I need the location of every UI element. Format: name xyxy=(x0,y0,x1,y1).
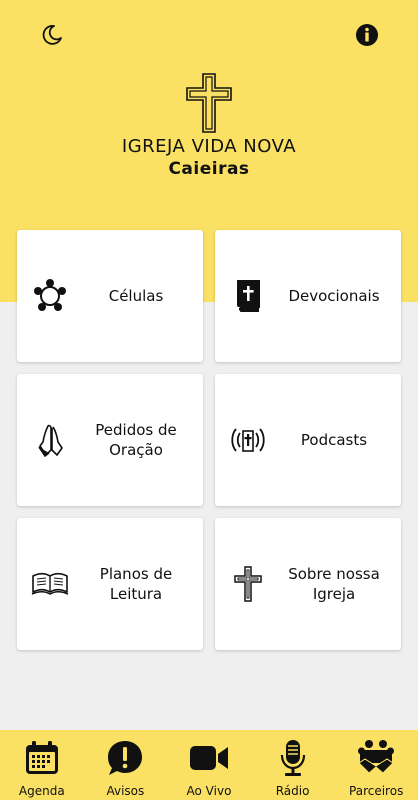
church-name: IGREJA VIDA NOVA xyxy=(121,136,297,157)
moon-icon xyxy=(40,23,64,51)
card-planos-leitura[interactable]: Planos de Leitura xyxy=(17,518,203,650)
cross-logo-icon xyxy=(0,72,418,134)
podcast-icon xyxy=(229,421,267,459)
nav-radio[interactable]: Rádio xyxy=(251,730,335,800)
praying-hands-icon xyxy=(31,421,69,459)
video-icon xyxy=(189,738,229,778)
church-city: Caieiras xyxy=(168,159,250,179)
microphone-icon xyxy=(273,738,313,778)
card-devocionais[interactable]: Devocionais xyxy=(215,230,401,362)
card-label: Pedidos de Oração xyxy=(95,421,177,459)
card-label: Devocionais xyxy=(288,287,380,305)
nav-label: Avisos xyxy=(106,784,145,798)
calendar-icon xyxy=(22,738,62,778)
menu-grid: Células Devocionais Pedidos de Oração Po… xyxy=(17,230,401,650)
info-icon xyxy=(355,23,379,51)
info-button[interactable] xyxy=(352,22,382,52)
nav-label: Agenda xyxy=(18,784,65,798)
nav-label: Parceiros xyxy=(349,784,404,798)
cross-icon xyxy=(229,565,267,603)
card-sobre-igreja[interactable]: Sobre nossa Igreja xyxy=(215,518,401,650)
nav-label: Rádio xyxy=(275,784,310,798)
card-podcasts[interactable]: Podcasts xyxy=(215,374,401,506)
nav-label: Ao Vivo xyxy=(186,784,232,798)
partners-icon xyxy=(356,738,396,778)
card-label: Planos de Leitura xyxy=(99,565,173,603)
card-label: Sobre nossa Igreja xyxy=(288,565,380,603)
card-celulas[interactable]: Células xyxy=(17,230,203,362)
card-label: Podcasts xyxy=(300,431,368,449)
theme-toggle-button[interactable] xyxy=(37,22,67,52)
card-label: Células xyxy=(108,287,164,305)
alert-icon xyxy=(105,738,145,778)
bible-icon xyxy=(229,277,267,315)
group-icon xyxy=(31,277,69,315)
nav-parceiros[interactable]: Parceiros xyxy=(334,730,418,800)
nav-avisos[interactable]: Avisos xyxy=(84,730,168,800)
nav-ao-vivo[interactable]: Ao Vivo xyxy=(167,730,251,800)
church-logo: IGREJA VIDA NOVA Caieiras xyxy=(0,72,418,179)
open-book-icon xyxy=(31,565,69,603)
bottom-nav: Agenda Avisos Ao Vivo Rádio Parceiros xyxy=(0,730,418,800)
nav-agenda[interactable]: Agenda xyxy=(0,730,84,800)
card-pedidos-oracao[interactable]: Pedidos de Oração xyxy=(17,374,203,506)
